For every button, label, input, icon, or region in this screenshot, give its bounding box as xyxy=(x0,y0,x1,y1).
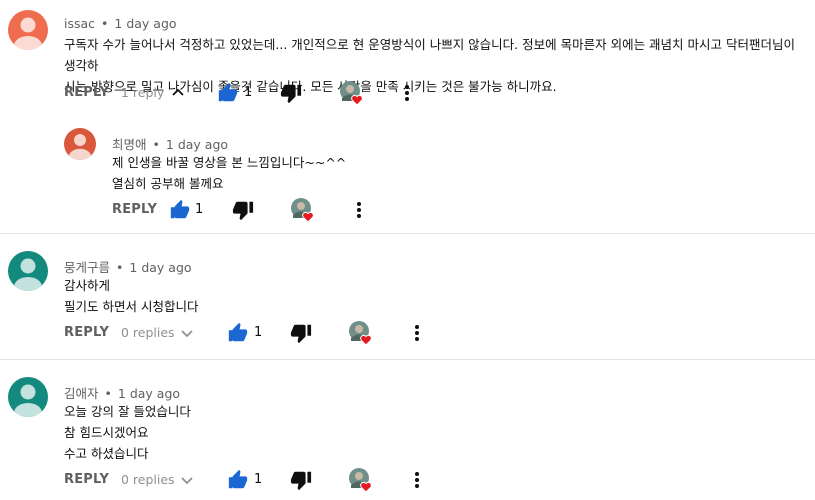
author-name[interactable]: issac xyxy=(64,16,95,31)
more-vert-icon[interactable] xyxy=(403,81,411,105)
comment-line: 구독자 수가 늘어나서 걱정하고 있었는데... 개인적으로 현 운영방식이 나… xyxy=(64,37,799,73)
chevron-down-icon[interactable] xyxy=(179,472,195,488)
view-replies-toggle[interactable]: 0 replies xyxy=(121,468,175,492)
like-count: 1 xyxy=(254,325,263,340)
chevron-up-icon[interactable] xyxy=(170,85,186,101)
timestamp[interactable]: 1 day ago xyxy=(166,137,228,152)
creator-heart-icon xyxy=(290,197,316,223)
thumbs-down-icon[interactable] xyxy=(232,199,254,221)
reply-button[interactable]: REPLY xyxy=(64,321,109,345)
comment-text: 감사하게 필기도 하면서 시청합니다 xyxy=(64,275,764,317)
comment-meta: 김애자 • 1 day ago xyxy=(64,383,180,402)
thumbs-down-icon[interactable] xyxy=(290,322,312,344)
thumbs-up-icon[interactable] xyxy=(227,469,249,491)
comment-line: 참 힘드시겠어요 xyxy=(64,425,149,440)
author-name[interactable]: 뭉게구름 xyxy=(64,260,110,275)
comment-text: 오늘 강의 잘 들었습니다 참 힘드시겠어요 수고 하셨습니다 xyxy=(64,401,764,464)
comment-actions: REPLY 0 replies 1 xyxy=(64,468,444,492)
chevron-down-icon[interactable] xyxy=(179,325,195,341)
view-replies-toggle[interactable]: 1 reply xyxy=(121,81,164,105)
comment-line: 열심히 공부해 볼께요 xyxy=(112,176,224,191)
timestamp[interactable]: 1 day ago xyxy=(129,260,191,275)
creator-heart-icon xyxy=(348,320,374,346)
comment-meta: 뭉게구름 • 1 day ago xyxy=(64,257,192,276)
comment-line: 필기도 하면서 시청합니다 xyxy=(64,299,199,314)
reply-comment: 최명애 • 1 day ago 제 인생을 바꿀 영상을 본 느낌입니다~~^^ 열… xyxy=(0,120,815,230)
comment-text: 제 인생을 바꿀 영상을 본 느낌입니다~~^^ 열심히 공부해 볼께요 xyxy=(112,152,802,194)
comment-line: 감사하게 xyxy=(64,278,111,293)
thumbs-up-icon[interactable] xyxy=(217,82,239,104)
comment-thread: 뭉게구름 • 1 day ago 감사하게 필기도 하면서 시청합니다 REPLY … xyxy=(0,234,815,358)
author-name[interactable]: 최명애 xyxy=(112,137,147,152)
comment-line: 오늘 강의 잘 들었습니다 xyxy=(64,404,191,419)
separator-dot: • xyxy=(116,260,124,275)
view-replies-toggle[interactable]: 0 replies xyxy=(121,321,175,345)
like-count: 1 xyxy=(244,85,253,100)
thumbs-down-icon[interactable] xyxy=(280,82,302,104)
separator-dot: • xyxy=(104,386,112,401)
comment-line: 수고 하셨습니다 xyxy=(64,446,149,461)
creator-heart-icon xyxy=(348,467,374,493)
comment-actions: REPLY 1 reply 1 xyxy=(64,81,444,105)
comment-actions: REPLY 0 replies 1 xyxy=(64,321,444,345)
reply-button[interactable]: REPLY xyxy=(64,468,109,492)
timestamp[interactable]: 1 day ago xyxy=(118,386,180,401)
avatar[interactable] xyxy=(8,251,48,291)
thumbs-up-icon[interactable] xyxy=(169,199,191,221)
separator-dot: • xyxy=(152,137,160,152)
comment-thread: 김애자 • 1 day ago 오늘 강의 잘 들었습니다 참 힘드시겠어요 수고 … xyxy=(0,360,815,500)
more-vert-icon[interactable] xyxy=(355,198,363,222)
creator-heart-icon xyxy=(339,80,365,106)
author-name[interactable]: 김애자 xyxy=(64,386,99,401)
comment-actions: REPLY 1 xyxy=(112,198,412,222)
avatar[interactable] xyxy=(8,377,48,417)
comment-thread: issac • 1 day ago 구독자 수가 늘어나서 걱정하고 있었는데...… xyxy=(0,0,815,120)
comment-line: 제 인생을 바꿀 영상을 본 느낌입니다~~^^ xyxy=(112,155,347,170)
reply-button[interactable]: REPLY xyxy=(112,198,157,222)
thumbs-up-icon[interactable] xyxy=(227,322,249,344)
like-count: 1 xyxy=(195,202,204,217)
avatar[interactable] xyxy=(8,10,48,50)
more-vert-icon[interactable] xyxy=(413,321,421,345)
comment-meta: 최명애 • 1 day ago xyxy=(112,134,228,153)
like-count: 1 xyxy=(254,472,263,487)
avatar[interactable] xyxy=(64,128,96,160)
more-vert-icon[interactable] xyxy=(413,468,421,492)
thumbs-down-icon[interactable] xyxy=(290,469,312,491)
comment-meta: issac • 1 day ago xyxy=(64,16,177,31)
reply-button[interactable]: REPLY xyxy=(64,81,109,105)
timestamp[interactable]: 1 day ago xyxy=(114,16,176,31)
separator-dot: • xyxy=(101,16,109,31)
